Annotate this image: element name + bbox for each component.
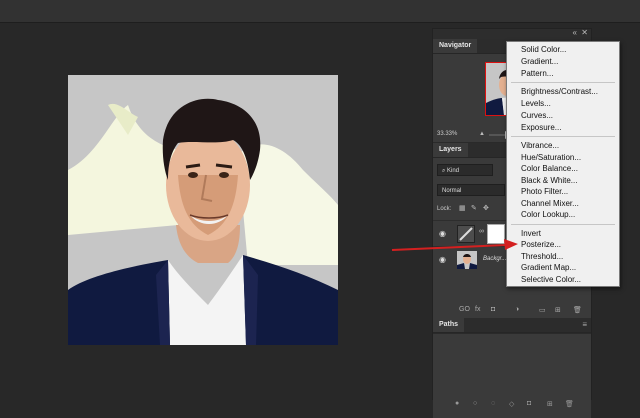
link-chain-icon[interactable]: ∞ — [479, 228, 484, 235]
adjustment-layer-icon[interactable]: ◑ — [515, 306, 519, 313]
menu-item-gradient[interactable]: Gradient... — [521, 57, 558, 67]
lock-position-icon[interactable]: ✥ — [483, 204, 489, 212]
menu-item-photo-filter[interactable]: Photo Filter... — [521, 187, 568, 197]
blend-mode-select[interactable]: Normal — [437, 184, 505, 196]
menu-item-color-lookup[interactable]: Color Lookup... — [521, 210, 575, 220]
visibility-eye-icon[interactable]: ◉ — [439, 255, 446, 264]
layer-name[interactable]: Backgr... — [483, 256, 506, 262]
tab-navigator[interactable]: Navigator — [433, 39, 478, 53]
menu-item-channel-mixer[interactable]: Channel Mixer... — [521, 199, 579, 209]
panel-menu-icon[interactable]: ≡ — [582, 320, 587, 329]
tab-layers[interactable]: Layers — [433, 143, 468, 157]
menu-item-posterize[interactable]: Posterize... — [521, 240, 561, 250]
background-layer-thumbnail[interactable] — [457, 251, 477, 269]
layer-mask-thumbnail[interactable] — [487, 224, 505, 244]
menu-item-gradient-map[interactable]: Gradient Map... — [521, 263, 576, 273]
delete-layer-icon[interactable]: 🗑 — [573, 306, 582, 314]
lock-transparent-icon[interactable]: ▦ — [459, 204, 466, 212]
adjustment-icon — [459, 227, 473, 241]
menu-item-levels[interactable]: Levels... — [521, 99, 551, 109]
link-layers-icon[interactable]: GO — [459, 306, 470, 313]
menu-item-invert[interactable]: Invert — [521, 229, 541, 239]
layers-footer: GO fx ◘ ◑ ▭ ⊞ 🗑 — [433, 304, 593, 318]
menu-item-color-balance[interactable]: Color Balance... — [521, 164, 578, 174]
menu-item-brightness-contrast[interactable]: Brightness/Contrast... — [521, 87, 598, 97]
adjustment-layer-thumbnail[interactable] — [457, 225, 475, 243]
lock-label: Lock: — [437, 206, 452, 212]
menu-item-hue-saturation[interactable]: Hue/Saturation... — [521, 153, 581, 163]
paths-tabbar: Paths ≡ — [433, 318, 591, 333]
menu-item-solid-color[interactable]: Solid Color... — [521, 45, 566, 55]
zoom-out-icon[interactable]: ▲ — [479, 131, 485, 137]
menu-item-pattern[interactable]: Pattern... — [521, 69, 553, 79]
zoom-level[interactable]: 33.33% — [437, 131, 457, 137]
tab-paths[interactable]: Paths — [433, 318, 465, 332]
portrait-image — [68, 75, 338, 345]
menu-separator — [511, 136, 615, 137]
menu-item-selective-color[interactable]: Selective Color... — [521, 275, 581, 285]
visibility-eye-icon[interactable]: ◉ — [439, 229, 446, 238]
menu-item-exposure[interactable]: Exposure... — [521, 123, 561, 133]
paths-panel: ● ○ ◌ ◇ ◘ ⊞ 🗑 — [433, 333, 591, 418]
delete-path-icon[interactable]: 🗑 — [565, 400, 574, 408]
add-mask-icon[interactable]: ◘ — [491, 306, 495, 313]
blend-mode-label: Normal — [442, 188, 462, 194]
menu-item-black-white[interactable]: Black & White... — [521, 176, 577, 186]
new-group-icon[interactable]: ▭ — [539, 306, 546, 314]
document-image[interactable] — [68, 75, 338, 345]
collapse-panels-icon[interactable]: « — [573, 28, 577, 37]
adjustment-layer-menu: Solid Color... Gradient... Pattern... Br… — [506, 41, 620, 287]
options-bar — [0, 0, 640, 23]
menu-separator — [511, 224, 615, 225]
background-thumbnail-image — [457, 251, 477, 269]
menu-item-vibrance[interactable]: Vibrance... — [521, 141, 559, 151]
kind-filter-label: Kind — [447, 168, 460, 174]
make-work-path-icon[interactable]: ◇ — [509, 400, 514, 408]
close-icon[interactable]: ✕ — [581, 28, 588, 37]
paths-footer: ● ○ ◌ ◇ ◘ ⊞ 🗑 — [433, 400, 593, 412]
menu-separator — [511, 82, 615, 83]
new-layer-icon[interactable]: ⊞ — [555, 306, 561, 314]
new-path-icon[interactable]: ⊞ — [547, 400, 553, 408]
lock-image-icon[interactable]: ✎ — [471, 204, 477, 212]
menu-item-threshold[interactable]: Threshold... — [521, 252, 563, 262]
dock-header: « ✕ — [433, 28, 591, 39]
fx-icon[interactable]: fx — [475, 306, 480, 313]
layer-kind-filter[interactable]: ⌕ Kind — [437, 164, 493, 176]
menu-item-curves[interactable]: Curves... — [521, 111, 553, 121]
